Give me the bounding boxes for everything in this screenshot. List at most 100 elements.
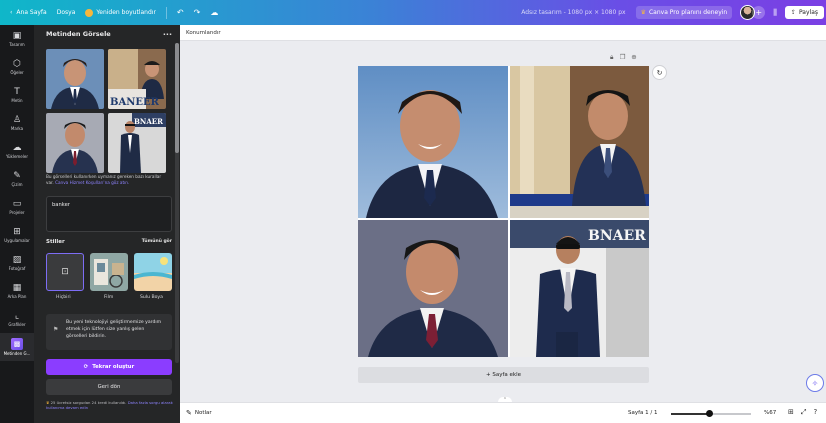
see-all-styles-link[interactable]: Tümünü gör xyxy=(142,239,172,245)
image-top-left[interactable] xyxy=(358,66,508,218)
duplicate-page-icon[interactable]: ❐ xyxy=(619,53,625,62)
text-to-image-icon: ▩ xyxy=(11,338,23,350)
report-note-text: Bu yeni teknolojiyi geliştirmemize yardı… xyxy=(66,320,162,339)
help-icon[interactable]: ? xyxy=(813,408,817,417)
zoom-slider[interactable] xyxy=(671,410,751,417)
style-none-tile[interactable]: ⊡ xyxy=(46,253,84,291)
rail-item-apps[interactable]: ⊞ Uygulamalar xyxy=(0,221,34,249)
resize-label: Yeniden boyutlandır xyxy=(96,9,156,16)
panel-scrollbar[interactable] xyxy=(175,43,179,363)
redo-icon[interactable]: ↷ xyxy=(194,8,201,17)
rail-item-brand[interactable]: ♙ Marka xyxy=(0,109,34,137)
position-button[interactable]: Konumlandır xyxy=(186,30,221,36)
page-tools: 🔒︎ ❐ ⊕ xyxy=(610,53,637,62)
crown-icon: ♛ xyxy=(640,9,646,16)
back-home-label: Ana Sayfa xyxy=(16,9,47,16)
rail-item-graphics[interactable]: ⌞ Grafikler xyxy=(0,305,34,333)
design-artboard[interactable]: BNAER xyxy=(358,66,649,357)
rail-item-background[interactable]: ▦ Arka Plan xyxy=(0,277,34,305)
resize-button[interactable]: Yeniden boyutlandır xyxy=(85,8,156,17)
top-bar: ‹ Ana Sayfa Dosya Yeniden boyutlandır ↶ … xyxy=(0,0,826,25)
image-bottom-right[interactable]: BNAER xyxy=(510,220,649,357)
image-top-right[interactable] xyxy=(510,66,649,218)
styles-header: Stiller Tümünü gör xyxy=(46,239,172,245)
zoom-slider-handle[interactable] xyxy=(705,410,713,417)
result-thumb-4[interactable]: BNAER xyxy=(108,113,166,173)
banker-portrait-4: BNAER xyxy=(510,220,649,357)
panel-header: Metinden Görsele ··· xyxy=(34,25,180,43)
style-watercolor-tile[interactable] xyxy=(134,253,172,291)
refresh-icon[interactable]: ↻ xyxy=(652,65,667,80)
chevron-left-icon: ‹ xyxy=(10,9,13,16)
result-thumb-1[interactable] xyxy=(46,49,104,109)
try-pro-label: Canva Pro planını deneyin xyxy=(648,9,728,16)
lock-icon[interactable]: 🔒︎ xyxy=(610,53,613,62)
rail-label: Metinden G... xyxy=(3,351,31,356)
bottom-bar: ✎ Notlar Sayfa 1 / 1 %67 ⊞ ⤢ ? xyxy=(180,402,826,423)
image-bottom-left[interactable] xyxy=(358,220,508,357)
page-indicator[interactable]: Sayfa 1 / 1 xyxy=(628,410,658,416)
share-label: Paylaş xyxy=(798,9,818,16)
text-icon: T xyxy=(14,87,20,97)
file-menu-label: Dosya xyxy=(56,9,76,16)
elements-icon: ⬡ xyxy=(13,59,21,69)
rail-item-elements[interactable]: ⬡ Öğeler xyxy=(0,53,34,81)
add-page-label: + Sayfa ekle xyxy=(485,372,521,378)
fullscreen-icon[interactable]: ⤢ xyxy=(801,408,807,417)
rail-item-photos[interactable]: ▨ Fotoğraf xyxy=(0,249,34,277)
scrollbar-thumb[interactable] xyxy=(175,43,179,153)
zoom-level[interactable]: %67 xyxy=(764,410,776,416)
view-controls: ⊞ ⤢ ? xyxy=(788,408,817,417)
try-pro-button[interactable]: ♛ Canva Pro planını deneyin xyxy=(635,6,733,19)
cloud-sync-icon[interactable]: ☁ xyxy=(210,8,218,17)
add-collaborator-button[interactable]: + xyxy=(752,6,766,19)
flag-icon[interactable]: ⚑ xyxy=(53,326,58,333)
share-button[interactable]: ⇪ Paylaş xyxy=(784,6,824,19)
photo-icon: ▨ xyxy=(12,255,22,265)
prompt-input[interactable]: banker xyxy=(46,196,172,232)
back-home-button[interactable]: ‹ Ana Sayfa xyxy=(10,9,47,16)
add-page-button[interactable]: + Sayfa ekle xyxy=(358,367,649,383)
design-icon: ▣ xyxy=(12,31,22,41)
portrait-image xyxy=(46,49,104,109)
magic-assistant-icon[interactable]: ✧ xyxy=(806,374,824,392)
style-options: ⊡ xyxy=(46,253,176,293)
rail-item-text[interactable]: T Metin xyxy=(0,81,34,109)
rail-item-text-to-image[interactable]: ▩ Metinden G... xyxy=(0,333,34,361)
apps-grid-icon: ⊞ xyxy=(13,227,21,237)
regenerate-button[interactable]: ⟳ Tekrar oluştur xyxy=(46,359,172,375)
undo-icon[interactable]: ↶ xyxy=(177,8,184,17)
rail-label: Marka xyxy=(10,126,24,131)
terms-link[interactable]: Canva Hizmet Koşulları'na göz atın. xyxy=(55,180,129,185)
banker-portrait-2 xyxy=(510,66,649,218)
banner-text: BNAER xyxy=(134,117,163,126)
styles-title: Stiller xyxy=(46,239,65,245)
graphics-icon: ⌞ xyxy=(14,311,20,321)
result-thumb-3[interactable] xyxy=(46,113,104,173)
style-film-tile[interactable] xyxy=(90,253,128,291)
file-menu-button[interactable]: Dosya xyxy=(57,9,76,16)
brand-icon: ♙ xyxy=(12,115,22,125)
rail-item-projects[interactable]: ▭ Projeler xyxy=(0,193,34,221)
rail-item-design[interactable]: ▣ Tasarım xyxy=(0,25,34,53)
panel-title: Metinden Görsele xyxy=(46,30,111,38)
rail-item-uploads[interactable]: ☁ Yüklemeler xyxy=(0,137,34,165)
result-thumb-2[interactable]: BANEER xyxy=(108,49,166,109)
credits-info: ♛ 25 ücretsiz sorgudan 24 kredi kullanıl… xyxy=(46,400,176,410)
notes-button[interactable]: ✎ Notlar xyxy=(186,409,212,417)
watercolor-style-preview xyxy=(134,253,172,291)
rail-label: Öğeler xyxy=(10,70,24,75)
add-page-icon[interactable]: ⊕ xyxy=(631,53,636,62)
side-rail: ▣ Tasarım ⬡ Öğeler T Metin ♙ Marka ☁ Yüklemel… xyxy=(0,25,34,423)
insights-icon[interactable]: ⫼ xyxy=(773,8,777,18)
pencil-icon: ✎ xyxy=(13,171,21,181)
rail-item-draw[interactable]: ✎ Çizim xyxy=(0,165,34,193)
terms-description: Bu görselleri kullanırken uymanız gereke… xyxy=(46,174,166,186)
rail-label: Fotoğraf xyxy=(8,266,26,271)
go-back-button[interactable]: Geri dön xyxy=(46,379,172,395)
more-options-icon[interactable]: ··· xyxy=(163,30,172,39)
folder-icon: ▭ xyxy=(12,199,22,209)
grid-view-icon[interactable]: ⊞ xyxy=(788,408,794,417)
document-title[interactable]: Adsız tasarım - 1080 px × 1080 px xyxy=(521,9,625,16)
no-style-image-icon: ⊡ xyxy=(61,267,69,277)
